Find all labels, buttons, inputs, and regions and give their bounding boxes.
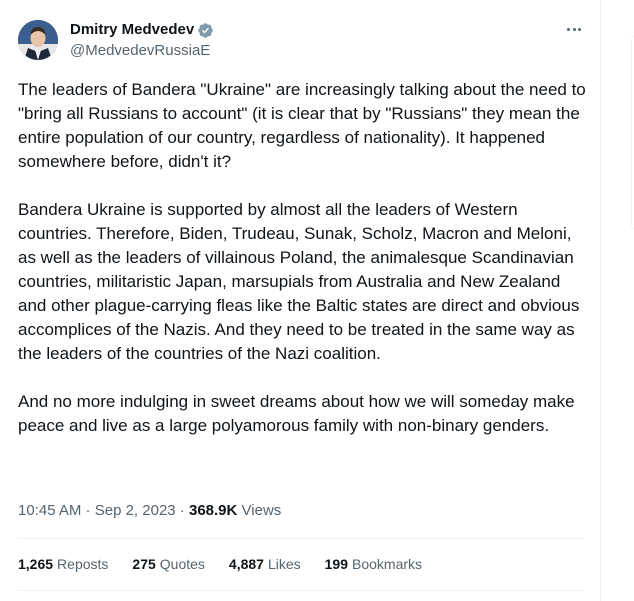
- more-options-icon[interactable]: [560, 18, 588, 40]
- quotes-stat[interactable]: 275 Quotes: [132, 553, 205, 575]
- stat-label: Quotes: [159, 556, 205, 572]
- stat-label: Likes: [267, 556, 301, 572]
- author-handle[interactable]: @MedvedevRussiaE: [70, 41, 214, 61]
- tweet-paragraph: And no more indulging in sweet dreams ab…: [18, 392, 575, 435]
- meta-separator: ·: [175, 502, 189, 519]
- stat-value: 199: [324, 556, 348, 572]
- views-label: Views: [241, 502, 282, 519]
- tweet-paragraph: The leaders of Bandera "Ukraine" are inc…: [18, 80, 586, 171]
- stat-label: Reposts: [57, 556, 109, 572]
- author-avatar[interactable]: [18, 20, 58, 60]
- likes-stat[interactable]: 4,887 Likes: [229, 553, 301, 575]
- tweet-meta: 10:45 AM · Sep 2, 2023 · 368.9K Views: [18, 500, 281, 522]
- engagement-stats: 1,265 Reposts 275 Quotes 4,887 Likes 199…: [18, 553, 446, 575]
- stat-value: 1,265: [18, 556, 54, 572]
- stat-value: 4,887: [228, 556, 264, 572]
- divider: [18, 538, 584, 539]
- meta-separator: ·: [81, 502, 95, 519]
- views-count: 368.9K: [188, 502, 238, 519]
- tweet-card: Dmitry Medvedev @MedvedevRussiaE The lea…: [0, 0, 601, 601]
- stat-value: 275: [132, 556, 156, 572]
- reposts-stat[interactable]: 1,265 Reposts: [18, 553, 108, 575]
- stat-label: Bookmarks: [352, 556, 423, 572]
- author-display-name[interactable]: Dmitry Medvedev: [70, 20, 194, 40]
- right-sidebar-edge: [601, 0, 634, 601]
- bookmarks-stat[interactable]: 199 Bookmarks: [325, 553, 422, 575]
- tweet-paragraph: Bandera Ukraine is supported by almost a…: [18, 200, 580, 363]
- avatar-portrait-icon: [18, 20, 58, 60]
- tweet-header: Dmitry Medvedev @MedvedevRussiaE: [18, 18, 588, 62]
- tweet-text: The leaders of Bandera "Ukraine" are inc…: [18, 78, 593, 438]
- author-names: Dmitry Medvedev @MedvedevRussiaE: [70, 20, 214, 61]
- divider: [18, 590, 584, 591]
- tweet-date[interactable]: Sep 2, 2023: [95, 502, 176, 519]
- verified-badge-icon: [197, 22, 214, 39]
- tweet-time[interactable]: 10:45 AM: [18, 502, 81, 519]
